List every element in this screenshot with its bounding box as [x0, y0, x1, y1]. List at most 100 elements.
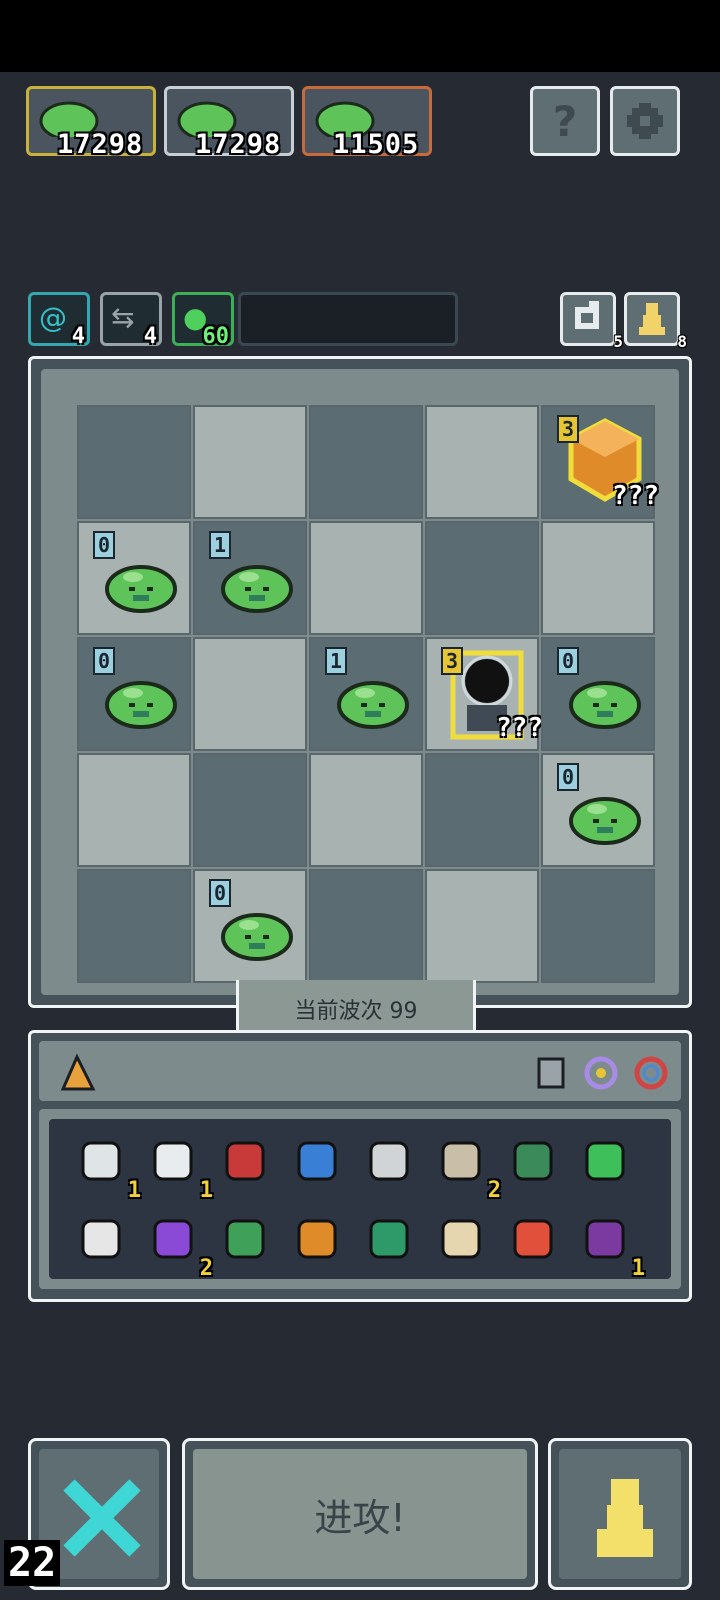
pawn-button[interactable]: 8	[624, 292, 687, 351]
attack-button[interactable]: 进攻!	[182, 1438, 538, 1590]
board-cell[interactable]	[77, 753, 191, 867]
slime-icon	[569, 797, 641, 845]
enemy-card-2[interactable]: 17298	[164, 86, 294, 160]
level-badge: 1	[209, 531, 231, 559]
enemy-hp: 17298	[195, 129, 282, 160]
green-sword-icon	[585, 1141, 625, 1181]
stat-value: 4	[143, 324, 157, 349]
inventory-item[interactable]	[361, 1211, 425, 1275]
inventory-item[interactable]	[217, 1133, 281, 1197]
board-cell[interactable]	[193, 753, 307, 867]
enemy-card-3[interactable]: 11505	[302, 86, 432, 160]
slingshot-icon	[369, 1141, 409, 1181]
inventory-item[interactable]	[577, 1133, 641, 1197]
board-cell[interactable]	[309, 753, 423, 867]
demon-mask-icon	[585, 1219, 625, 1259]
green-orb-icon	[369, 1219, 409, 1259]
inventory-item[interactable]	[73, 1211, 137, 1275]
stat-value: 60	[202, 324, 230, 349]
board-cell[interactable]	[77, 405, 191, 519]
progress-bar	[238, 292, 458, 346]
board-cell[interactable]	[541, 521, 655, 635]
gem-ring-icon[interactable]	[581, 1053, 621, 1093]
stat-value: 4	[71, 324, 85, 349]
board-cell[interactable]	[309, 405, 423, 519]
stat-growth: ● 60	[172, 292, 234, 349]
board-cell[interactable]: 0	[77, 637, 191, 751]
scroll-icon	[81, 1141, 121, 1181]
level-badge: 0	[209, 879, 231, 907]
inventory-item[interactable]	[217, 1211, 281, 1275]
enemy-hp: 17298	[57, 129, 144, 160]
board-cell[interactable]	[425, 753, 539, 867]
inventory-item[interactable]	[289, 1133, 353, 1197]
pawn-shop-button[interactable]	[548, 1438, 692, 1590]
inventory-grid: 1 1 2 2 1	[49, 1119, 671, 1281]
inventory-tabbar	[39, 1041, 681, 1101]
slime-icon	[569, 681, 641, 729]
potion-jar-icon	[153, 1219, 193, 1259]
slime-icon	[221, 913, 293, 961]
slime-icon	[105, 681, 177, 729]
settings-button[interactable]	[610, 86, 680, 156]
claw-trap-icon	[441, 1219, 481, 1259]
board-cell[interactable]	[541, 869, 655, 983]
board-inner: 3??? 0 1 0 1 3??? 0 0 0	[41, 369, 679, 995]
inventory-item[interactable]: 2	[145, 1211, 213, 1281]
inventory-item[interactable]: 1	[73, 1133, 141, 1203]
status-bar	[0, 0, 720, 72]
board-cell[interactable]: 0	[541, 753, 655, 867]
board-cell[interactable]: 0	[541, 637, 655, 751]
cheese-tab-icon[interactable]	[57, 1053, 97, 1093]
board-cell[interactable]: 0	[77, 521, 191, 635]
water-wave-icon	[297, 1141, 337, 1181]
inventory-panel: 1 1 2 2 1	[28, 1030, 692, 1302]
board-cell[interactable]	[425, 869, 539, 983]
cross-swords-icon	[63, 1479, 141, 1557]
reroll-button[interactable]: 5	[560, 292, 623, 351]
pawn-icon	[639, 303, 665, 335]
level-badge: 0	[93, 647, 115, 675]
crab-claw-icon	[225, 1141, 265, 1181]
attack-label: 进攻!	[314, 1495, 406, 1540]
green-axe-icon	[225, 1219, 265, 1259]
map-icon	[441, 1141, 481, 1181]
help-button[interactable]: ?	[530, 86, 600, 156]
enemy-hp: 11505	[333, 129, 420, 160]
board-cell[interactable]	[193, 637, 307, 751]
inventory-item[interactable]	[361, 1133, 425, 1197]
board-cell[interactable]: 1	[309, 637, 423, 751]
armor-filter-icon[interactable]	[531, 1053, 571, 1093]
board-cell[interactable]	[425, 405, 539, 519]
slime-icon	[221, 565, 293, 613]
inventory-item[interactable]: 1	[145, 1133, 213, 1203]
enemy-card-1[interactable]: 17298	[26, 86, 156, 160]
stat-target: @ 4	[28, 292, 90, 349]
inventory-item[interactable]	[505, 1133, 569, 1197]
game-board: 3??? 0 1 0 1 3??? 0 0 0	[28, 356, 692, 1008]
inventory-item[interactable]	[433, 1211, 497, 1275]
board-cell[interactable]	[309, 521, 423, 635]
slime-icon	[337, 681, 409, 729]
inventory-item[interactable]: 1	[577, 1211, 645, 1281]
level-badge: 0	[557, 763, 579, 791]
help-icon: ?	[552, 96, 578, 146]
board-cell[interactable]: 3???	[425, 637, 543, 751]
board-cell[interactable]: 0	[193, 869, 307, 983]
red-ring-icon[interactable]	[631, 1053, 671, 1093]
inventory-item[interactable]: 2	[433, 1133, 501, 1203]
board-cell[interactable]	[77, 869, 191, 983]
level-badge: 3	[441, 647, 463, 675]
inventory-item[interactable]	[505, 1211, 569, 1275]
inventory-item[interactable]	[289, 1211, 353, 1275]
board-cell[interactable]	[309, 869, 423, 983]
board-cell[interactable]: 1	[193, 521, 307, 635]
board-cell[interactable]	[425, 521, 539, 635]
item-count: 1	[199, 1178, 213, 1203]
board-cell[interactable]	[193, 405, 307, 519]
pawn-count: 8	[677, 332, 687, 351]
board-cell[interactable]: 3???	[541, 405, 659, 519]
level-badge: 0	[93, 531, 115, 559]
pawn-icon	[597, 1479, 653, 1557]
reroll-icon	[575, 301, 599, 329]
